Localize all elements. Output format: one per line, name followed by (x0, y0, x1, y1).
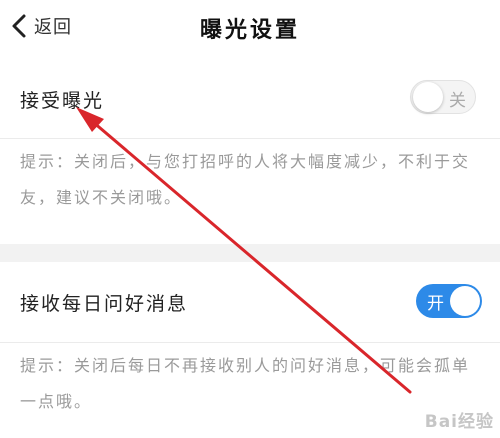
exposure-label: 接受曝光 (20, 90, 105, 112)
exposure-section: 接受曝光 关 提示：关闭后，与您打招呼的人将大幅度减少，不利于交友，建议不关闭哦… (0, 66, 500, 244)
toggle-knob (413, 82, 443, 112)
section-divider (0, 244, 500, 262)
toggle-state-text: 关 (449, 91, 466, 111)
nav-bar: 返回 曝光设置 (0, 0, 500, 52)
daily-greeting-toggle[interactable]: 开 (416, 284, 482, 318)
divider (0, 342, 500, 343)
toggle-state-text: 开 (427, 294, 444, 314)
page-title: 曝光设置 (199, 17, 300, 43)
divider (0, 138, 500, 139)
daily-greeting-hint: 提示：关闭后每日不再接收别人的问好消息，可能会孤单一点哦。 (20, 356, 471, 411)
watermark: Bai经验 (424, 412, 494, 432)
daily-greeting-label: 接收每日问好消息 (20, 293, 189, 315)
exposure-hint: 提示：关闭后，与您打招呼的人将大幅度减少，不利于交友，建议不关闭哦。 (20, 152, 471, 207)
toggle-knob (450, 286, 480, 316)
exposure-toggle[interactable]: 关 (410, 80, 476, 114)
